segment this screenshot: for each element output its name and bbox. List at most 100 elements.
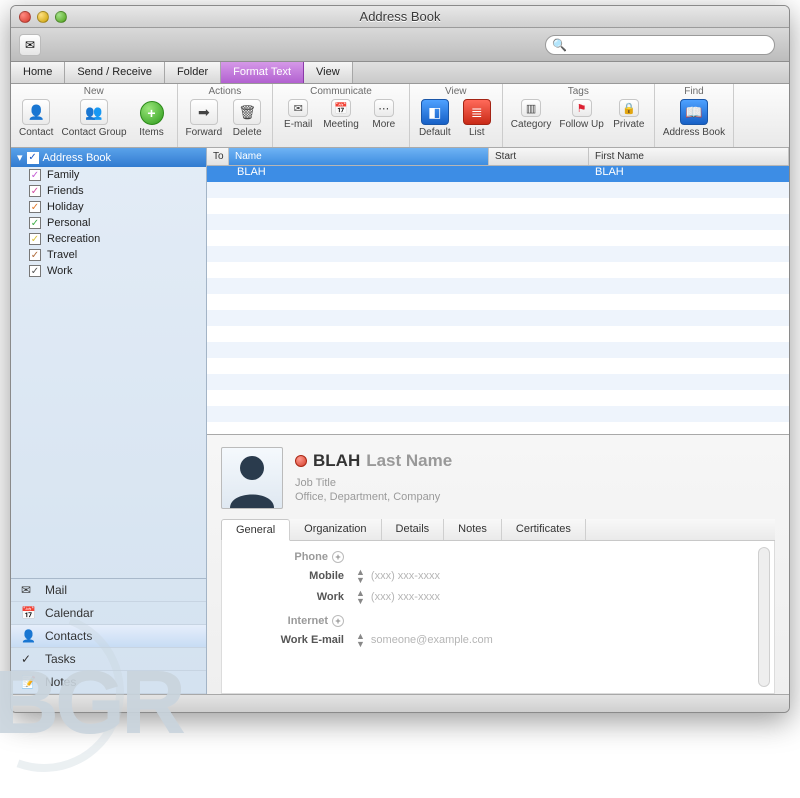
person-silhouette-icon [226, 450, 278, 508]
add-internet-icon[interactable]: + [332, 615, 344, 627]
delete-button[interactable]: 🗑Delete [230, 99, 264, 138]
group-checkbox[interactable]: ✓ [29, 233, 41, 245]
detail-tab-details[interactable]: Details [382, 519, 445, 540]
tab-view[interactable]: View [304, 62, 353, 83]
group-checkbox[interactable]: ✓ [29, 217, 41, 229]
more-icon: ⋯ [374, 99, 394, 117]
main-pane: To Name Start First Name BLAH BLAH [207, 148, 789, 694]
detail-tab-general[interactable]: General [221, 519, 290, 541]
group-label: Travel [47, 249, 77, 261]
ribbon: New 👤Contact 👥Contact Group +Items Actio… [11, 84, 789, 148]
forward-button[interactable]: ➡︎Forward [186, 99, 223, 138]
col-to[interactable]: To [207, 148, 229, 165]
new-contact-group-button[interactable]: 👥Contact Group [61, 99, 126, 138]
detail-tab-notes[interactable]: Notes [444, 519, 502, 540]
value-mobile[interactable]: (xxx) xxx-xxxx [371, 570, 440, 582]
work-area: ▾ ✓ Address Book ✓ Family ✓Friends✓Holiday… [11, 148, 789, 694]
nav-label: Contacts [45, 629, 92, 643]
private-button[interactable]: 🔒Private [612, 99, 646, 130]
stepper-icon[interactable]: ▲▼ [356, 568, 365, 584]
nav-calendar[interactable]: 📅Calendar [11, 602, 206, 625]
sidebar-group-personal[interactable]: ✓ Personal [11, 215, 206, 231]
tab-home[interactable]: Home [11, 62, 65, 83]
status-bar [11, 694, 789, 712]
stepper-icon[interactable]: ▲▼ [356, 589, 365, 605]
stepper-icon[interactable]: ▲▼ [356, 632, 365, 648]
meeting-button[interactable]: 📅Meeting [323, 99, 359, 130]
contact-name: BLAH Last Name [295, 451, 452, 471]
col-name[interactable]: Name [229, 148, 489, 165]
new-contact-button[interactable]: 👤Contact [19, 99, 53, 138]
sidebar-group-friends[interactable]: ✓Friends [11, 183, 206, 199]
scrollbar[interactable] [758, 547, 770, 687]
titlebar: Address Book [11, 6, 789, 28]
list-row[interactable]: BLAH BLAH [207, 166, 789, 182]
sidebar-group-family[interactable]: ✓ Family [11, 167, 206, 183]
org-line: Office, Department, Company [295, 491, 452, 503]
meeting-icon: 📅 [331, 99, 351, 117]
group-label: Personal [47, 217, 90, 229]
list-stripes [207, 182, 789, 422]
cell-first: BLAH [589, 166, 789, 182]
search-input[interactable]: 🔍 [545, 35, 775, 55]
sidebar-group-holiday[interactable]: ✓Holiday [11, 199, 206, 215]
default-view-icon: ◧ [421, 99, 449, 125]
group-checkbox[interactable]: ✓ [29, 265, 41, 277]
view-default-button[interactable]: ◧Default [418, 99, 452, 138]
addressbook-icon: 📖 [680, 99, 708, 125]
group-list: ✓Family✓Friends✓Holiday✓Personal✓Recreat… [11, 167, 206, 578]
value-work-phone[interactable]: (xxx) xxx-xxxx [371, 591, 440, 603]
group-checkbox[interactable]: ✓ [29, 185, 41, 197]
add-phone-icon[interactable]: + [332, 551, 344, 563]
list-view-icon: ≣ [463, 99, 491, 125]
group-checkbox[interactable]: ✓ [29, 249, 41, 261]
detail-tab-organization[interactable]: Organization [290, 519, 381, 540]
section-phone: Phone+ [240, 551, 350, 563]
mail-icon: ✉︎ [21, 583, 37, 597]
job-title: Job Title [295, 477, 452, 489]
tab-folder[interactable]: Folder [165, 62, 221, 83]
group-checkbox[interactable]: ✓ [29, 201, 41, 213]
tab-send-receive[interactable]: Send / Receive [65, 62, 165, 83]
nav-contacts[interactable]: 👤 Contacts [11, 625, 206, 648]
new-items-button[interactable]: +Items [135, 101, 169, 138]
followup-button[interactable]: ⚑Follow Up [559, 99, 603, 130]
label-work-phone: Work [240, 591, 350, 603]
sidebar-header[interactable]: ▾ ✓ Address Book [11, 148, 206, 167]
group-label: Work [47, 265, 72, 277]
nav-tasks[interactable]: ✓Tasks [11, 648, 206, 671]
group-checkbox[interactable]: ✓ [29, 169, 41, 181]
flag-icon: ⚑ [572, 99, 592, 117]
sidebar-group-work[interactable]: ✓ Work [11, 263, 206, 279]
lock-icon: 🔒 [619, 99, 639, 117]
nav-label: Notes [45, 675, 76, 689]
sidebar-group-travel[interactable]: ✓ Travel [11, 247, 206, 263]
nav-mail[interactable]: ✉︎ Mail [11, 579, 206, 602]
view-list-button[interactable]: ≣List [460, 99, 494, 138]
address-book-button[interactable]: 📖Address Book [663, 99, 725, 138]
category-button[interactable]: ▥Category [511, 99, 552, 130]
avatar[interactable] [221, 447, 283, 509]
sidebar-group-recreation[interactable]: ✓Recreation [11, 231, 206, 247]
value-work-email[interactable]: someone@example.com [371, 634, 493, 646]
nav-label: Mail [45, 583, 67, 597]
more-button[interactable]: ⋯More [367, 99, 401, 130]
ribbon-group-communicate: Communicate [281, 86, 401, 97]
plus-icon: + [140, 101, 164, 125]
section-internet: Internet+ [240, 615, 350, 627]
sidebar: ▾ ✓ Address Book ✓ Family ✓Friends✓Holiday… [11, 148, 207, 694]
col-start[interactable]: Start [489, 148, 589, 165]
group-label: Family [47, 169, 79, 181]
contacts-icon: 👤 [21, 629, 37, 643]
forward-icon: ➡︎ [190, 99, 218, 125]
tab-format-text[interactable]: Format Text [221, 62, 304, 83]
detail-tab-certificates[interactable]: Certificates [502, 519, 586, 540]
nav-label: Tasks [45, 652, 76, 666]
email-button[interactable]: ✉︎E-mail [281, 99, 315, 130]
nav-notes[interactable]: 📝Notes [11, 671, 206, 694]
app-icon[interactable]: ✉︎ [19, 34, 41, 56]
col-first[interactable]: First Name [589, 148, 789, 165]
addressbook-checkbox[interactable]: ✓ [27, 152, 39, 164]
search-icon: 🔍 [552, 38, 567, 52]
delete-icon: 🗑 [233, 99, 261, 125]
